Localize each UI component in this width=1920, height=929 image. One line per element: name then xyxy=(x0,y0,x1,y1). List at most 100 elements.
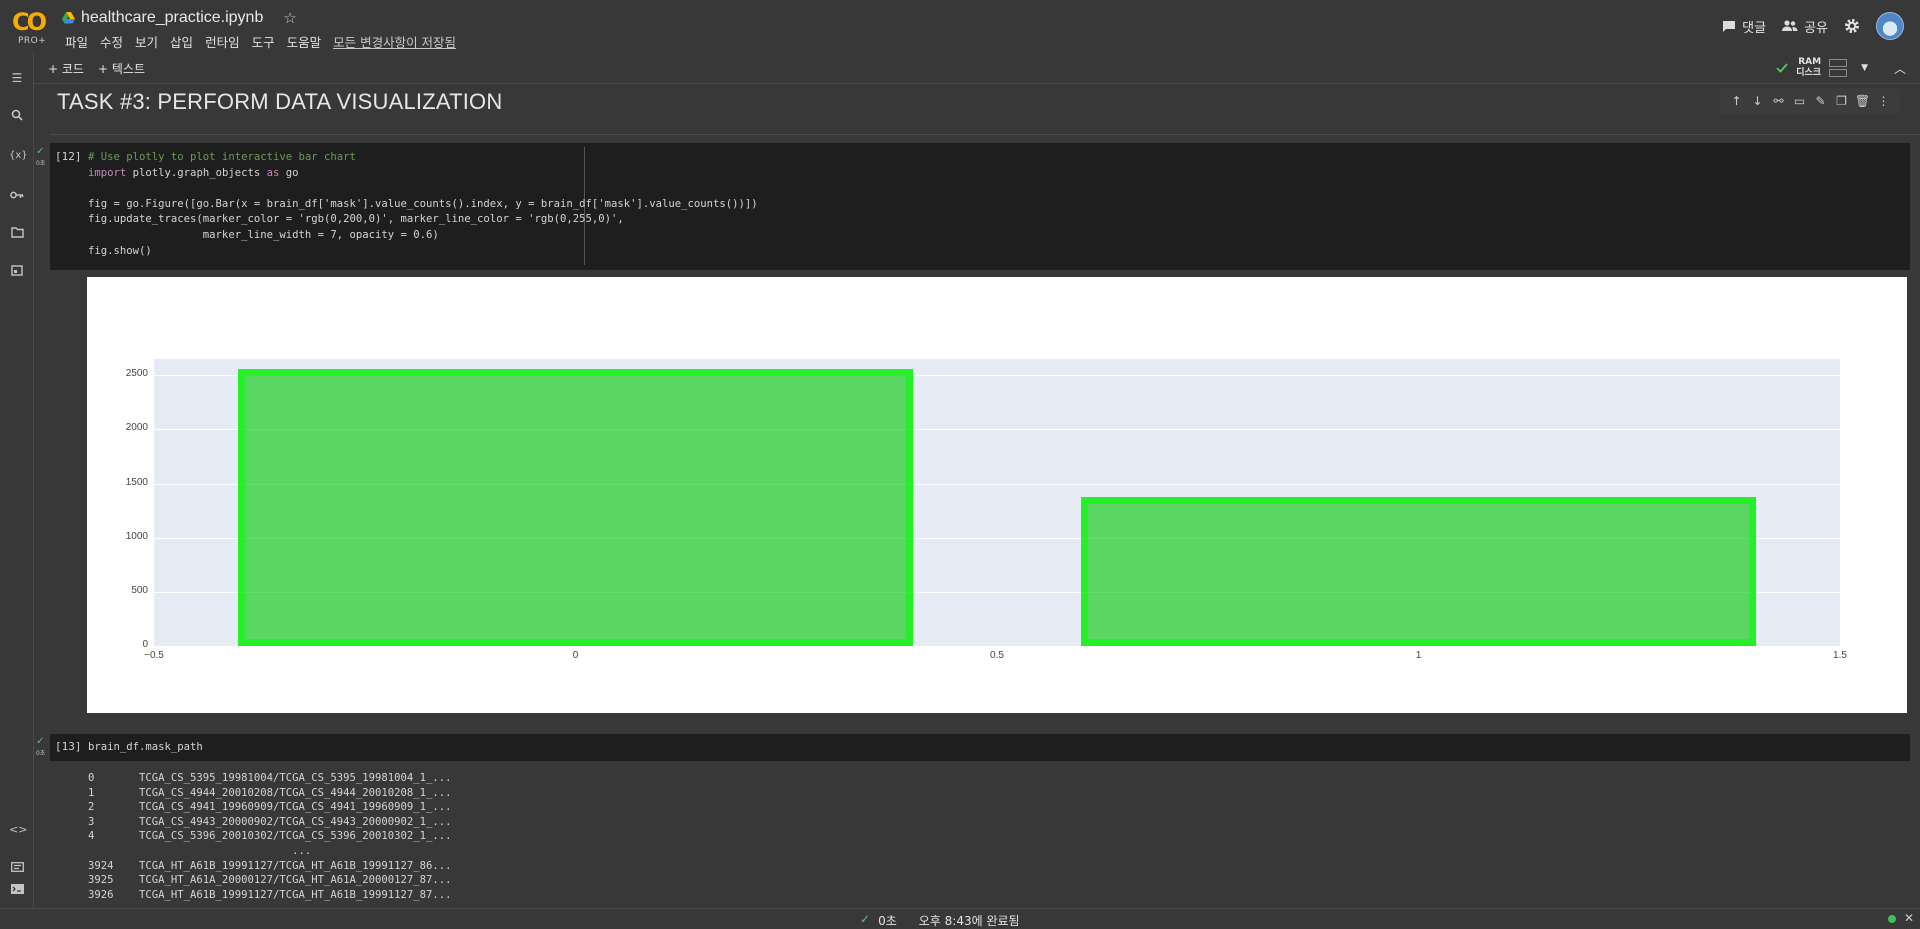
code-cell-13[interactable]: ✓ 0초 [13] brain_df.mask_path xyxy=(36,734,1910,761)
code-editor[interactable]: # Use plotly to plot interactive bar cha… xyxy=(88,150,758,259)
output-line: 4 TCGA_CS_5396_20010302/TCGA_CS_5396_200… xyxy=(88,830,452,843)
comment-cell-icon[interactable]: ▭ xyxy=(1792,94,1808,108)
bar-1[interactable] xyxy=(1081,497,1756,646)
ram-usage-bar xyxy=(1829,59,1848,67)
folder-icon[interactable] xyxy=(9,226,25,242)
menu-help[interactable]: 도움말 xyxy=(281,32,328,51)
menu-view[interactable]: 보기 xyxy=(129,32,164,51)
execution-status[interactable]: ✓ 0초 오후 8:43에 완료됨 xyxy=(860,912,1020,929)
header: CO PRO+ healthcare_practice.ipynb ☆ 파일 수… xyxy=(0,0,1920,52)
user-avatar[interactable] xyxy=(1876,12,1904,40)
code-snippets-icon[interactable]: <> xyxy=(9,822,27,838)
cell-run-time: 0초 xyxy=(36,750,46,757)
command-palette-icon[interactable] xyxy=(9,860,25,876)
notebook-title[interactable]: healthcare_practice.ipynb xyxy=(81,9,263,27)
code-line: marker_line_width = 7, opacity = 0.6) xyxy=(88,228,439,241)
output-line: 1 TCGA_CS_4944_20010208/TCGA_CS_4944_200… xyxy=(88,786,452,799)
add-code-button[interactable]: + 코드 xyxy=(48,60,84,77)
key-icon[interactable] xyxy=(9,187,25,203)
connected-check-icon xyxy=(1776,63,1788,73)
y-tick-label: 500 xyxy=(131,584,148,596)
y-tick-label: 2000 xyxy=(125,422,148,434)
bar-0[interactable] xyxy=(238,369,913,646)
table-of-contents-icon[interactable]: ☰ xyxy=(9,70,25,86)
share-label: 공유 xyxy=(1804,20,1828,36)
add-text-button[interactable]: + 텍스트 xyxy=(98,60,145,77)
y-tick-label: 0 xyxy=(142,639,148,650)
close-icon[interactable]: ✕ xyxy=(1904,911,1914,925)
execution-count: [12] xyxy=(55,150,82,163)
left-rail: ☰ {x} <> xyxy=(0,52,34,908)
logo-text: CO xyxy=(12,8,47,36)
resource-labels: RAM 디스크 xyxy=(1796,57,1821,79)
elapsed-time: 0초 xyxy=(878,914,897,928)
cell-run-time: 0초 xyxy=(36,160,46,167)
edit-pencil-icon[interactable]: ✎ xyxy=(1813,94,1829,108)
y-tick-label: 2500 xyxy=(125,368,148,380)
run-status-check-icon[interactable]: ✓ xyxy=(36,736,44,747)
code-keyword-import: import xyxy=(88,166,127,179)
cell-divider xyxy=(50,134,1920,135)
drive-icon[interactable] xyxy=(62,12,75,24)
collapse-up-icon[interactable]: ︿ xyxy=(1894,60,1906,77)
output-line: 3924 TCGA_HT_A61B_19991127/TCGA_HT_A61B_… xyxy=(88,859,452,872)
output-line: 3 TCGA_CS_4943_20000902/TCGA_CS_4943_200… xyxy=(88,815,452,828)
header-actions: 댓글 공유 xyxy=(1722,12,1904,40)
output-line: 3925 TCGA_HT_A61A_20000127/TCGA_HT_A61A_… xyxy=(88,874,452,887)
terminal-icon[interactable] xyxy=(9,882,25,898)
x-tick-label: 0 xyxy=(572,650,579,661)
link-icon[interactable]: ⚯ xyxy=(1771,94,1787,108)
code-editor[interactable]: brain_df.mask_path xyxy=(88,740,203,756)
execution-count: [13] xyxy=(55,740,82,753)
comments-button[interactable]: 댓글 xyxy=(1722,17,1766,36)
run-status-check-icon[interactable]: ✓ xyxy=(36,146,44,157)
search-icon[interactable] xyxy=(9,109,25,125)
y-tick-label: 1500 xyxy=(125,476,148,488)
disk-usage-bar xyxy=(1829,69,1848,77)
copy-icon[interactable]: ❐ xyxy=(1834,94,1850,108)
more-vert-icon[interactable]: ⋮ xyxy=(1876,94,1892,108)
people-icon xyxy=(1782,20,1798,31)
cell-output: 0 TCGA_CS_5395_19981004/TCGA_CS_5395_199… xyxy=(88,771,452,902)
notebook-area: TASK #3: PERFORM DATA VISUALIZATION ↑ ↓ … xyxy=(34,84,1920,908)
plot-area[interactable] xyxy=(154,359,1840,646)
code-cell-12[interactable]: ✓ 0초 [12] # Use plotly to plot interacti… xyxy=(36,143,1910,270)
delete-icon[interactable]: 🗑 xyxy=(1855,94,1871,108)
menubar: 파일 수정 보기 삽입 런타임 도구 도움말 모든 변경사항이 저장됨 xyxy=(59,32,462,51)
move-up-icon[interactable]: ↑ xyxy=(1729,94,1745,108)
notebook-toolbar: + 코드 + 텍스트 RAM 디스크 ▼ ︿ xyxy=(34,52,1920,84)
menu-file[interactable]: 파일 xyxy=(59,32,94,51)
menu-edit[interactable]: 수정 xyxy=(94,32,129,51)
x-tick-label: −0.5 xyxy=(144,650,164,661)
move-down-icon[interactable]: ↓ xyxy=(1750,94,1766,108)
x-tick-label: 1.5 xyxy=(1833,650,1847,661)
colab-logo[interactable]: CO PRO+ xyxy=(10,8,50,46)
y-tick-label: 1000 xyxy=(125,530,148,542)
menu-insert[interactable]: 삽입 xyxy=(164,32,199,51)
saved-status-link[interactable]: 모든 변경사항이 저장됨 xyxy=(327,32,462,51)
resource-bars xyxy=(1829,57,1848,79)
output-line: ... xyxy=(88,844,312,857)
chevron-down-icon[interactable]: ▼ xyxy=(1861,63,1868,73)
status-bar: ✓ 0초 오후 8:43에 완료됨 ✕ xyxy=(0,908,1920,928)
menu-tools[interactable]: 도구 xyxy=(246,32,281,51)
task-heading: TASK #3: PERFORM DATA VISUALIZATION xyxy=(57,89,503,114)
calendar-icon[interactable] xyxy=(9,264,25,280)
output-line: 3926 TCGA_HT_A61B_19991127/TCGA_HT_A61B_… xyxy=(88,888,452,901)
disk-label: 디스크 xyxy=(1796,68,1822,78)
plotly-chart-output[interactable]: 0 500 1000 1500 2000 2500 −0.5 0 0.5 1 1.5 xyxy=(87,277,1907,713)
variables-icon[interactable]: {x} xyxy=(9,148,28,164)
ram-label: RAM xyxy=(1798,57,1822,67)
code-comment: # Use plotly to plot interactive bar cha… xyxy=(88,151,356,163)
share-button[interactable]: 공유 xyxy=(1782,17,1828,36)
x-tick-label: 0.5 xyxy=(990,650,1004,661)
resource-monitor[interactable]: RAM 디스크 ▼ ︿ xyxy=(1776,57,1906,79)
code-line: fig.update_traces(marker_color = 'rgb(0,… xyxy=(88,213,624,226)
menu-runtime[interactable]: 런타임 xyxy=(199,32,246,51)
settings-gear-icon[interactable] xyxy=(1844,18,1860,34)
pro-badge: PRO+ xyxy=(18,36,47,46)
code-line: fig = go.Figure([go.Bar(x = brain_df['ma… xyxy=(88,197,758,210)
output-line: 2 TCGA_CS_4941_19960909/TCGA_CS_4941_199… xyxy=(88,801,452,814)
cell-toolbar: ↑ ↓ ⚯ ▭ ✎ ❐ 🗑 ⋮ xyxy=(1720,88,1900,114)
star-icon[interactable]: ☆ xyxy=(283,9,296,27)
